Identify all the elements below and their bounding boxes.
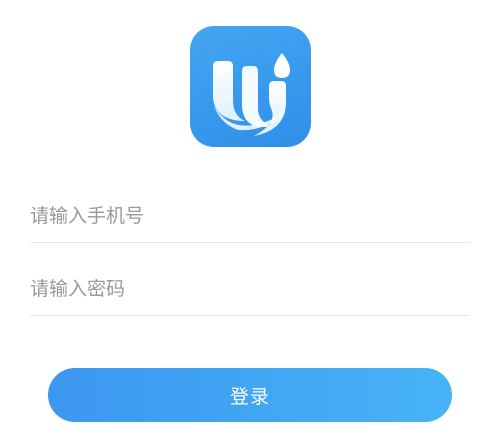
phone-input[interactable] <box>30 198 470 234</box>
wi-droplet-logo-icon <box>213 53 290 136</box>
app-logo <box>190 26 311 147</box>
password-field <box>30 265 470 316</box>
password-input[interactable] <box>30 271 470 307</box>
login-button[interactable]: 登录 <box>48 368 452 422</box>
phone-field <box>30 192 470 243</box>
